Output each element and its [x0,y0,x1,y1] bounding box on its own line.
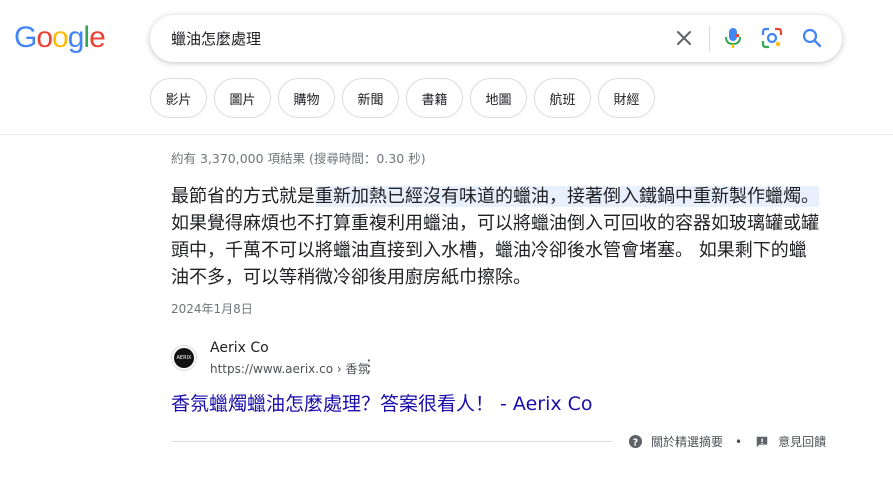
site-favicon: AERIX [171,345,197,371]
favicon-logo: AERIX [174,348,194,368]
chip-news[interactable]: 新聞 [342,78,399,118]
help-icon[interactable]: ? [627,434,643,450]
snippet-footer: ? 關於精選摘要 • 意見回饋 [627,433,826,450]
feedback-icon[interactable] [754,434,770,450]
google-logo[interactable]: Google [14,21,106,55]
about-featured-snippets-link[interactable]: 關於精選摘要 [651,433,723,450]
search-icon[interactable] [800,26,824,50]
snippet-text: 如果覺得麻煩也不打算重複利用蠟油，可以將蠟油倒入可回收的容器如玻璃罐或罐頭中，千… [171,213,819,288]
snippet-highlight: 重新加熱已經沒有味道的蠟油，接著倒入鐵鍋中重新製作蠟燭。 [315,186,819,207]
footer-divider [171,441,613,442]
snippet-date: 2024年1月8日 [171,302,253,316]
result-source[interactable]: AERIX Aerix Co https://www.aerix.co › 香氛… [171,340,671,380]
site-name[interactable]: Aerix Co [210,340,269,356]
footer-separator: • [735,434,743,449]
logo-letter: g [67,21,85,54]
featured-snippet-text: 最節省的方式就是重新加熱已經沒有味道的蠟油，接著倒入鐵鍋中重新製作蠟燭。 如果覺… [171,183,821,291]
chip-images[interactable]: 圖片 [214,78,271,118]
search-box[interactable]: 蠟油怎麼處理 [150,15,842,62]
clear-icon[interactable] [672,26,696,50]
logo-letter: G [14,21,37,54]
header: Google 蠟油怎麼處理 影片 圖片 購物 新聞 書籍 地圖 航班 財經 [0,0,893,135]
svg-text:?: ? [632,437,637,448]
logo-letter: o [52,21,69,54]
search-divider [709,26,710,52]
result-title-link[interactable]: 香氛蠟燭蠟油怎麼處理？答案很看人！ - Aerix Co [171,389,593,416]
logo-letter: e [89,21,106,54]
search-filter-chips: 影片 圖片 購物 新聞 書籍 地圖 航班 財經 [150,78,655,118]
more-options-icon[interactable]: ⋮ [361,358,377,374]
lens-icon[interactable] [760,26,784,50]
chip-finance[interactable]: 財經 [598,78,655,118]
snippet-text: 最節省的方式就是 [171,186,315,207]
logo-letter: o [36,21,53,54]
result-stats: 約有 3,370,000 項結果 (搜尋時間：0.30 秒) [171,151,426,166]
chip-books[interactable]: 書籍 [406,78,463,118]
site-url[interactable]: https://www.aerix.co › 香氛 [210,360,369,377]
chip-flights[interactable]: 航班 [534,78,591,118]
chip-videos[interactable]: 影片 [150,78,207,118]
chip-shopping[interactable]: 購物 [278,78,335,118]
feedback-link[interactable]: 意見回饋 [778,433,826,450]
chip-maps[interactable]: 地圖 [470,78,527,118]
search-input[interactable]: 蠟油怎麼處理 [171,28,261,49]
microphone-icon[interactable] [721,26,745,50]
